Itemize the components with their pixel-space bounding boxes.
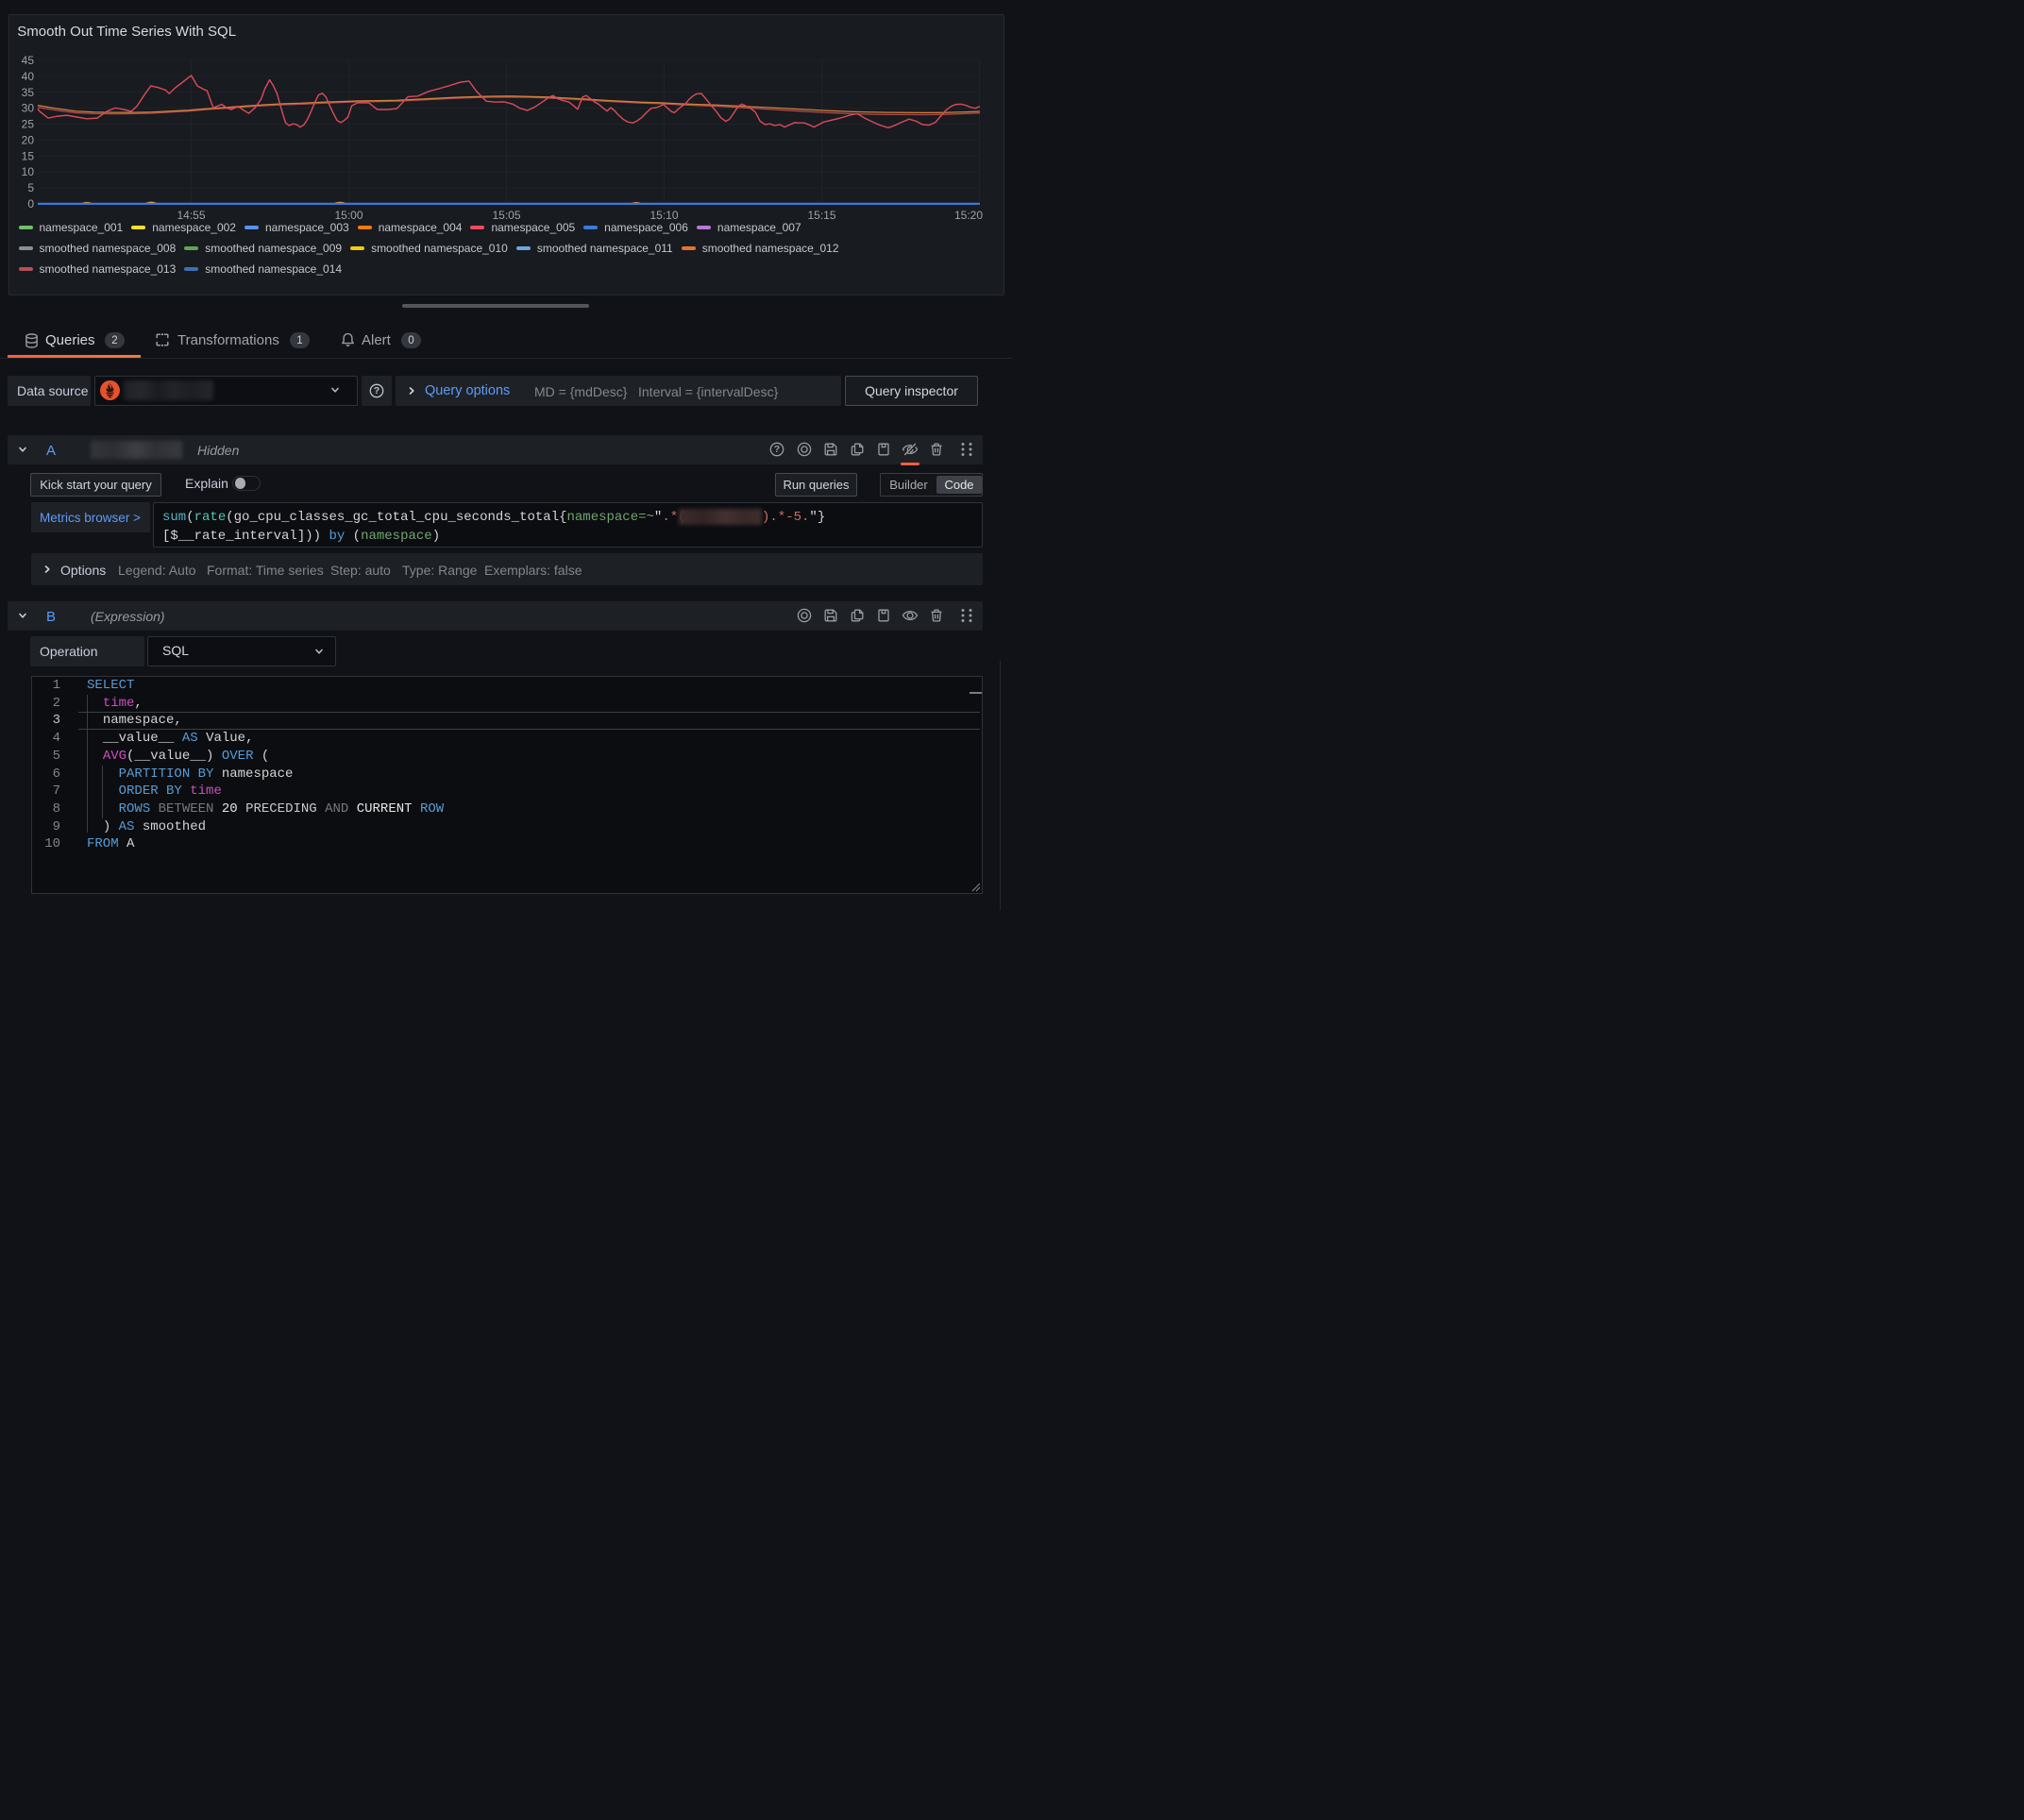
svg-text:15: 15: [22, 149, 35, 162]
svg-text:45: 45: [22, 54, 35, 67]
svg-text:40: 40: [22, 70, 35, 83]
svg-text:35: 35: [22, 86, 35, 99]
svg-text:25: 25: [22, 118, 35, 131]
svg-text:5: 5: [27, 181, 34, 194]
svg-text:15:15: 15:15: [807, 209, 835, 222]
svg-text:?: ?: [774, 444, 780, 455]
svg-text:0: 0: [27, 197, 34, 211]
svg-text:20: 20: [22, 133, 35, 146]
svg-text:10: 10: [22, 165, 35, 178]
svg-text:?: ?: [374, 385, 380, 396]
svg-text:15:20: 15:20: [954, 209, 983, 222]
svg-text:30: 30: [22, 102, 35, 115]
